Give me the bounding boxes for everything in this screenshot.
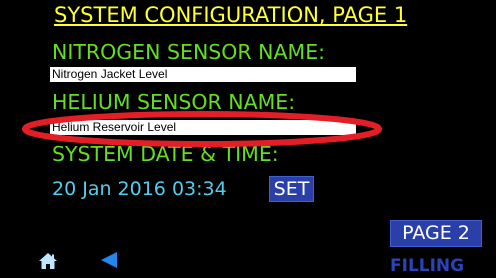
set-datetime-button[interactable]: SET — [269, 176, 314, 202]
nitrogen-sensor-label: NITROGEN SENSOR NAME: — [52, 40, 326, 64]
nitrogen-sensor-name-field[interactable]: Nitrogen Jacket Level — [50, 67, 356, 82]
helium-sensor-name-field[interactable]: Helium Reservoir Level — [50, 120, 356, 135]
status-text: FILLING — [390, 256, 465, 276]
system-datetime-value: 20 Jan 2016 03:34 — [52, 178, 227, 200]
page-2-button[interactable]: PAGE 2 — [390, 220, 482, 247]
back-arrow-icon[interactable] — [98, 249, 120, 271]
config-screen: SYSTEM CONFIGURATION, PAGE 1 NITROGEN SE… — [0, 0, 496, 278]
system-datetime-label: SYSTEM DATE & TIME: — [52, 142, 279, 166]
helium-sensor-label: HELIUM SENSOR NAME: — [52, 90, 296, 114]
page-title: SYSTEM CONFIGURATION, PAGE 1 — [54, 3, 408, 27]
home-icon[interactable] — [38, 252, 58, 270]
